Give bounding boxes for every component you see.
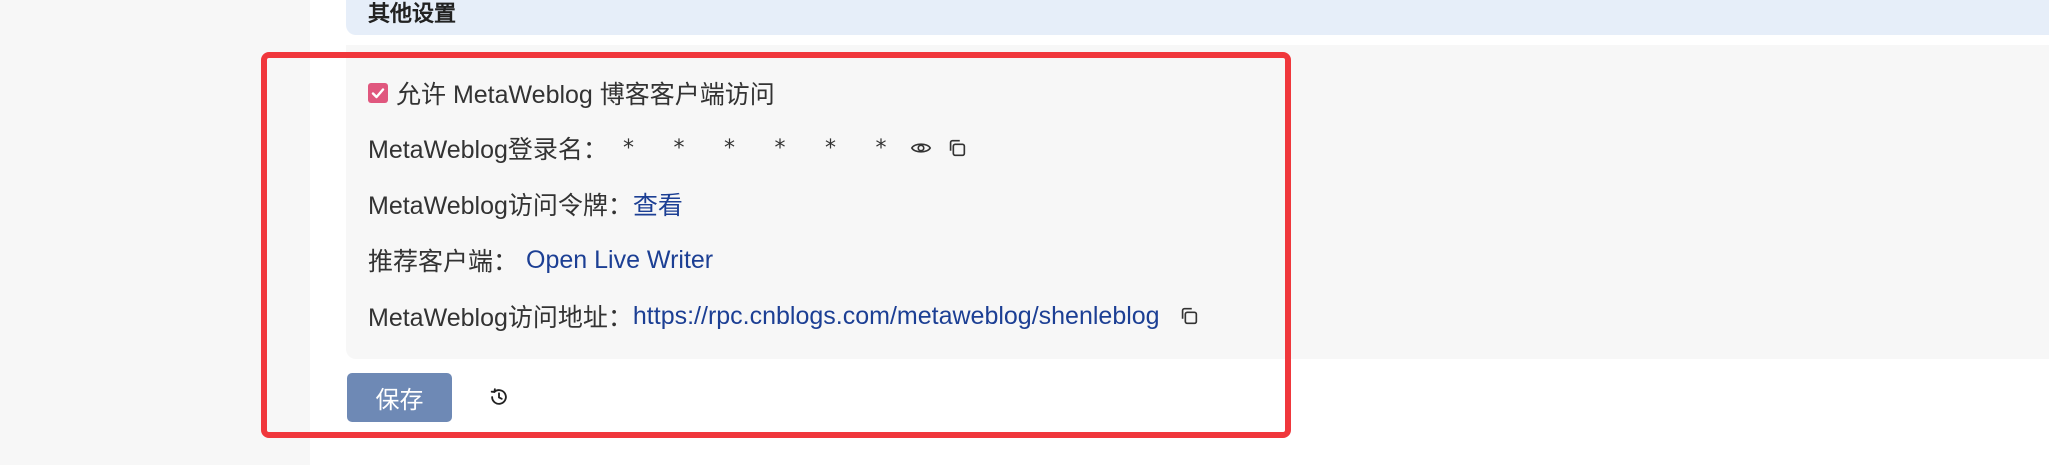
highlight-frame <box>261 52 1291 438</box>
section-header: 其他设置 <box>346 0 2049 35</box>
section-title: 其他设置 <box>368 1 457 26</box>
